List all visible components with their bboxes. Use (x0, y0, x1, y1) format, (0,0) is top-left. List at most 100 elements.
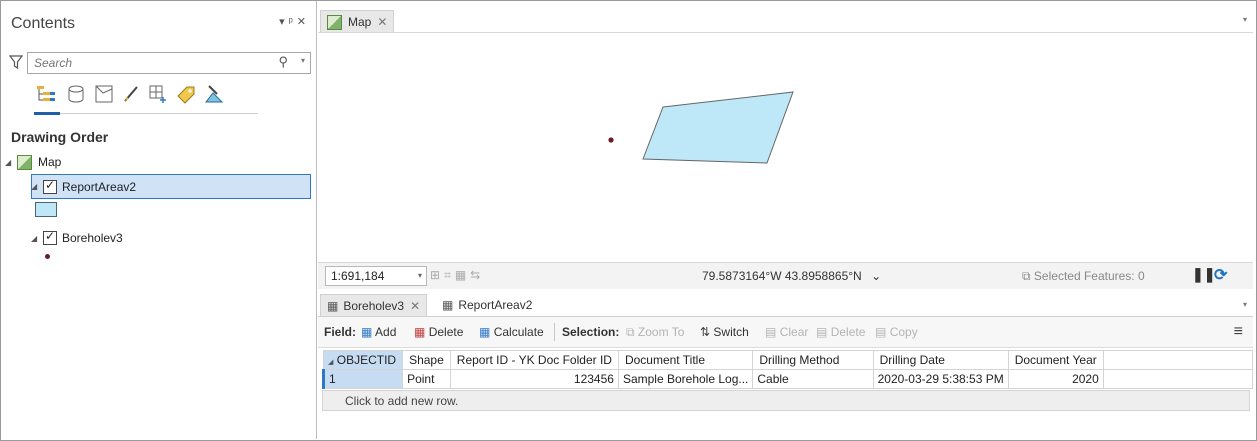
table-cell[interactable]: Sample Borehole Log... (617, 369, 754, 389)
scale-selector[interactable]: 1:691,184 ▾ (325, 266, 427, 286)
list-by-selection-icon[interactable] (93, 83, 115, 105)
column-header[interactable]: Document Title (617, 350, 754, 370)
point-symbol-swatch[interactable] (45, 254, 50, 259)
tab-reportareav2[interactable]: ▦ ReportAreav2 (436, 294, 538, 316)
tab-boreholev3-label: Boreholev3 (343, 299, 405, 313)
tab-list-dropdown-icon[interactable]: ▾ (1243, 300, 1247, 309)
table-icon: ▦ (442, 298, 454, 312)
constraints-icon[interactable]: ⌗ (444, 268, 455, 282)
pane-options-icon[interactable]: ▾ (279, 16, 289, 28)
contents-pane: Contents ▾ᵖ✕ ⚲ ▾ Drawing (1, 1, 317, 439)
tree-item-map[interactable]: ◢ Map (5, 151, 61, 173)
column-header[interactable]: ◢ OBJECTID (322, 350, 404, 370)
list-by-drawing-order-icon[interactable] (35, 83, 57, 105)
toolbar-separator (554, 323, 555, 341)
selected-features[interactable]: ⧉ Selected Features: 0 (1022, 269, 1145, 284)
search-box[interactable]: ⚲ ▾ (27, 52, 311, 74)
table-row[interactable]: 1 Point 123456 Sample Borehole Log... Ca… (321, 369, 1254, 389)
tree-item-map-label: Map (38, 155, 62, 169)
tab-map-label: Map (348, 15, 372, 29)
add-new-row[interactable]: Click to add new row. (322, 390, 1250, 411)
close-tab-icon[interactable]: ✕ (377, 15, 387, 29)
pane-controls[interactable]: ▾ᵖ✕ (279, 15, 310, 28)
expand-triangle-icon[interactable]: ◢ (5, 158, 13, 167)
table-icon: ▦ (327, 299, 339, 313)
chevron-down-icon[interactable]: ▾ (418, 271, 422, 280)
close-pane-icon[interactable]: ✕ (297, 16, 310, 28)
tree-item-reportareav2[interactable]: ◢ ReportAreav2 (31, 174, 311, 199)
add-field-button[interactable]: ▦ Add (361, 325, 396, 339)
menu-icon[interactable]: ≡ (1234, 323, 1243, 341)
zoom-to-button[interactable]: ⧉ Zoom To (626, 325, 684, 340)
table-icon[interactable]: ▦ (455, 268, 470, 282)
borehole-point[interactable] (608, 137, 614, 143)
delete-icon: ▤ (816, 325, 828, 339)
tree-item-boreholev3[interactable]: ◢ Boreholev3 (31, 227, 123, 249)
tree-item-boreholev3-label: Boreholev3 (62, 231, 123, 245)
clear-selection-button[interactable]: ▤ Clear (765, 325, 808, 339)
delete-field-icon: ▦ (414, 325, 426, 339)
column-header[interactable]: Drilling Method (752, 350, 874, 370)
map-view[interactable] (318, 32, 1253, 263)
navigation-icon[interactable]: ⇆ (470, 268, 484, 282)
toolbar-divider (34, 113, 258, 114)
tab-list-dropdown-icon[interactable]: ▾ (1243, 15, 1247, 24)
table-cell-empty (1102, 369, 1254, 389)
scale-value: 1:691,184 (331, 269, 385, 283)
switch-selection-button[interactable]: ⇅ Switch (700, 325, 749, 339)
list-by-snapping-icon[interactable] (147, 83, 169, 105)
filter-icon[interactable] (9, 54, 23, 70)
list-by-labeling-icon[interactable] (175, 83, 197, 105)
table-header-row: ◢ OBJECTID Shape Report ID - YK Doc Fold… (322, 350, 1254, 370)
map-status-bar: 1:691,184 ▾ ⊞⌗▦⇆ 79.5873164°W 43.8958865… (318, 262, 1253, 289)
copy-selection-button[interactable]: ▤ Copy (875, 325, 918, 339)
list-by-data-source-icon[interactable] (65, 83, 87, 105)
map-icon (17, 154, 32, 170)
map-tab-strip: Map ✕ ▾ (318, 9, 1253, 33)
copy-icon: ▤ (875, 325, 887, 339)
chevron-down-icon[interactable]: ⌄ (871, 269, 881, 283)
search-icon[interactable]: ⚲ (278, 54, 288, 70)
delete-selection-button[interactable]: ▤ Delete (816, 325, 865, 339)
expand-triangle-icon[interactable]: ◢ (31, 182, 39, 191)
map-canvas[interactable] (318, 33, 1253, 263)
column-header[interactable]: Drilling Date (872, 350, 1009, 370)
drawing-order-heading: Drawing Order (11, 129, 109, 145)
search-dropdown-icon[interactable]: ▾ (301, 56, 305, 65)
table-cell[interactable]: 2020-03-29 5:38:53 PM (872, 369, 1009, 389)
grid-snap-icon[interactable]: ⊞ (430, 268, 444, 282)
delete-field-button[interactable]: ▦ Delete (414, 325, 463, 339)
table-cell[interactable]: 2020 (1007, 369, 1104, 389)
field-label: Field: (324, 325, 356, 339)
attribute-table-pane: Field: ▦ Add ▦ Delete ▦ Calculate Select… (318, 316, 1254, 440)
report-area-polygon[interactable] (642, 91, 794, 164)
coordinate-readout[interactable]: 79.5873164°W 43.8958865°N ⌄ (702, 269, 881, 283)
tab-map[interactable]: Map ✕ (320, 10, 395, 33)
calculate-icon: ▦ (479, 325, 491, 339)
table-toolbar: Field: ▦ Add ▦ Delete ▦ Calculate Select… (318, 317, 1253, 348)
table-cell[interactable]: Cable (752, 369, 874, 389)
clear-icon: ▤ (765, 325, 777, 339)
tab-boreholev3[interactable]: ▦ Boreholev3 ✕ (320, 294, 428, 317)
table-cell[interactable]: Point (402, 369, 451, 389)
switch-icon: ⇅ (700, 325, 711, 339)
layer-visibility-checkbox[interactable] (43, 229, 57, 245)
add-field-icon: ▦ (361, 325, 373, 339)
search-input[interactable] (34, 55, 264, 70)
refresh-icon[interactable]: ⟳ (1214, 265, 1227, 285)
table-cell[interactable]: 123456 (449, 369, 619, 389)
pause-drawing-icon[interactable]: ❚❚ (1192, 266, 1215, 283)
column-header[interactable]: Report ID - YK Doc Folder ID (449, 350, 619, 370)
auto-hide-pin-icon[interactable]: ᵖ (289, 16, 297, 28)
polygon-symbol-swatch[interactable] (35, 202, 57, 217)
expand-triangle-icon[interactable]: ◢ (31, 234, 39, 243)
close-tab-icon[interactable]: ✕ (410, 299, 420, 313)
calculate-field-button[interactable]: ▦ Calculate (479, 325, 544, 339)
layer-visibility-checkbox[interactable] (43, 178, 57, 194)
list-by-editing-icon[interactable] (121, 83, 143, 105)
column-header[interactable]: Shape (402, 350, 451, 370)
status-tools: ⊞⌗▦⇆ (430, 268, 484, 283)
list-by-perspective-imagery-icon[interactable] (203, 83, 225, 105)
table-cell[interactable]: 1 (321, 369, 404, 389)
column-header[interactable]: Document Year (1007, 350, 1104, 370)
